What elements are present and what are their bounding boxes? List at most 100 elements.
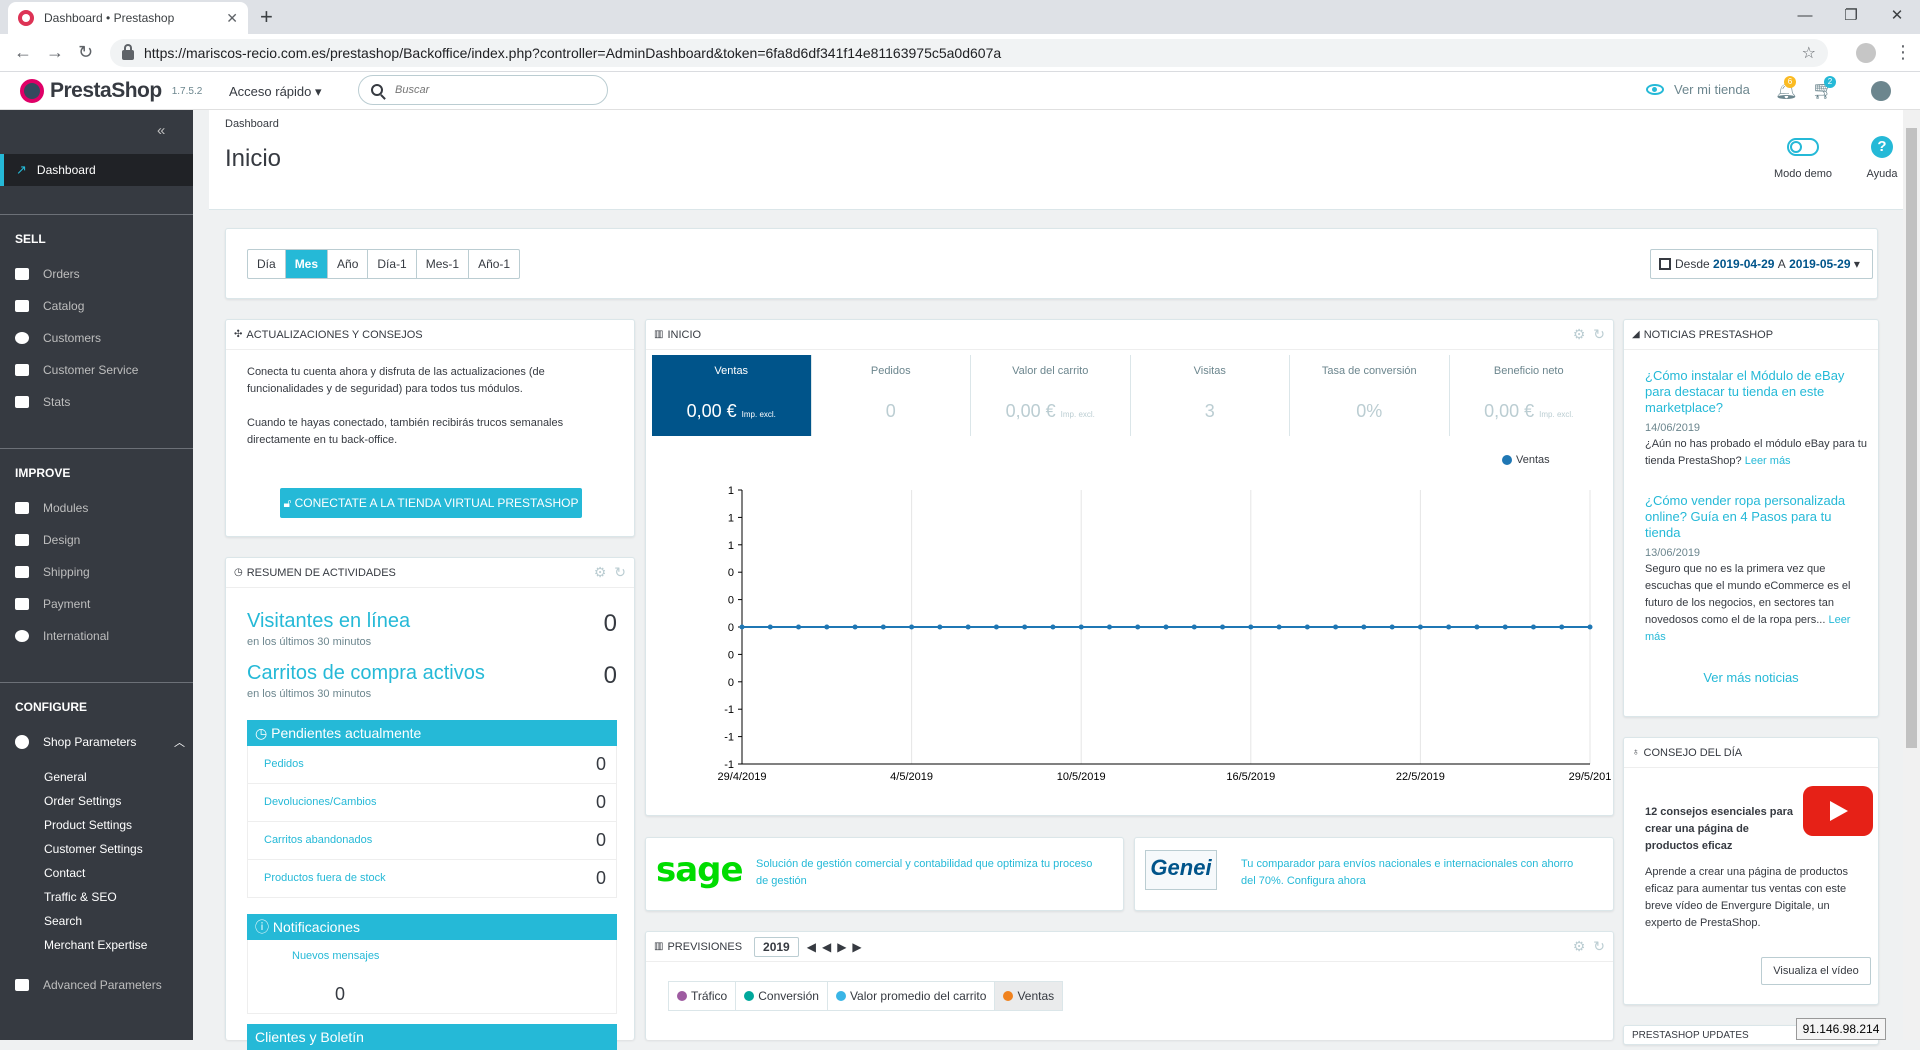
close-tab-icon[interactable]: ✕ [226, 10, 238, 27]
metric-conversion[interactable]: Conversión [736, 982, 828, 1010]
section-sell: SELL [15, 232, 46, 246]
pending-out-of-stock-link[interactable]: Productos fuera de stock [264, 872, 386, 884]
configure-gear-icon[interactable]: ⚙ [1573, 326, 1586, 343]
configure-gear-icon[interactable]: ⚙ [594, 564, 607, 581]
demo-mode-toggle[interactable]: Modo demo [1763, 138, 1843, 180]
read-more-link[interactable]: Leer más [1745, 455, 1791, 467]
metric-label: Ventas [1017, 989, 1055, 1003]
sidebar-item-stats[interactable]: Stats [15, 395, 70, 409]
sidebar-item-design[interactable]: Design [15, 533, 80, 547]
prestashop-logo[interactable]: PrestaShop 1.7.5.2 [20, 79, 202, 103]
search-input[interactable] [395, 84, 585, 96]
breadcrumb[interactable]: Dashboard [225, 118, 279, 130]
sidebar-item-shipping[interactable]: Shipping [15, 565, 90, 579]
help-button[interactable]: ? Ayuda [1857, 136, 1907, 180]
sidebar-item-advanced-parameters[interactable]: Advanced Parameters [15, 978, 162, 992]
kpi-visits[interactable]: Visitas 3 [1131, 355, 1290, 436]
sidebar-item-label: Dashboard [36, 163, 96, 177]
window-close-icon[interactable]: ✕ [1874, 0, 1920, 34]
data-point [824, 624, 830, 630]
pending-abandoned-carts-link[interactable]: Carritos abandonados [264, 834, 372, 846]
sidebar-item-customers[interactable]: Customers [15, 331, 101, 345]
refresh-icon[interactable]: ↻ [614, 564, 626, 581]
maximize-icon[interactable]: ❐ [1828, 0, 1874, 34]
period-month-button[interactable]: Mes [285, 250, 329, 278]
kpi-orders[interactable]: Pedidos 0 [812, 355, 971, 436]
submenu-traffic-seo[interactable]: Traffic & SEO [44, 890, 117, 904]
data-point [880, 624, 886, 630]
kpi-tabs: Ventas 0,00 € Imp. excl. Pedidos 0 Valor d… [652, 355, 1608, 436]
news-title-link[interactable]: ¿Cómo vender ropa personalizada online? … [1645, 493, 1867, 541]
globe-icon [15, 630, 29, 642]
period-prev-month-button[interactable]: Mes-1 [417, 250, 470, 278]
kpi-cart-value[interactable]: Valor del carrito 0,00 € Imp. excl. [971, 355, 1131, 436]
collapse-sidebar-icon[interactable]: « [157, 122, 165, 139]
sidebar-item-label: Design [43, 533, 81, 547]
youtube-play-icon[interactable] [1803, 786, 1873, 836]
metric-sales[interactable]: Ventas [995, 982, 1063, 1010]
panel-header: ◷ RESUMEN DE ACTIVIDADES ⚙ ↻ [226, 558, 634, 588]
period-prev-day-button[interactable]: Día-1 [368, 250, 417, 278]
metric-traffic[interactable]: Tráfico [669, 982, 737, 1010]
refresh-icon[interactable]: ↻ [1593, 326, 1605, 343]
quick-access-dropdown[interactable]: Acceso rápido ▾ [229, 84, 322, 100]
forward-icon[interactable]: → [46, 42, 64, 63]
submenu-search[interactable]: Search [44, 914, 82, 928]
search-icon [371, 84, 383, 96]
submenu-contact[interactable]: Contact [44, 866, 85, 880]
genei-text[interactable]: Tu comparador para envíos nacionales e i… [1241, 856, 1581, 890]
period-day-button[interactable]: Día [248, 250, 286, 278]
metric-avg-cart[interactable]: Valor promedio del carrito [828, 982, 996, 1010]
minimize-icon[interactable]: — [1782, 0, 1828, 34]
more-news-link[interactable]: Ver más noticias [1624, 670, 1878, 685]
updates-panel: ✣ ACTUALIZACIONES Y CONSEJOS Conecta tu … [225, 319, 635, 537]
sidebar-item-catalog[interactable]: Catalog [15, 299, 84, 313]
period-year-button[interactable]: Año [328, 250, 369, 278]
submenu-order-settings[interactable]: Order Settings [44, 794, 121, 808]
kpi-conversion[interactable]: Tasa de conversión 0% [1290, 355, 1450, 436]
news-title-link[interactable]: ¿Cómo instalar el Módulo de eBay para de… [1645, 368, 1867, 416]
submenu-product-settings[interactable]: Product Settings [44, 818, 132, 832]
sidebar-item-dashboard[interactable]: ↗ Dashboard [0, 154, 193, 186]
sage-text[interactable]: Solución de gestión comercial y contabil… [756, 856, 1096, 890]
submenu-customer-settings[interactable]: Customer Settings [44, 842, 143, 856]
browser-tab[interactable]: Dashboard • Prestashop ✕ [8, 2, 248, 34]
search-box[interactable] [358, 75, 608, 105]
sidebar-item-modules[interactable]: Modules [15, 501, 88, 515]
date-range-picker[interactable]: Desde 2019-04-29 A 2019-05-29 ▾ [1650, 249, 1873, 279]
sidebar-item-shop-parameters[interactable]: Shop Parameters ︿ [15, 734, 185, 750]
reload-icon[interactable]: ↻ [78, 42, 93, 63]
bookmark-star-icon[interactable]: ☆ [1802, 43, 1816, 63]
pending-returns-link[interactable]: Devoluciones/Cambios [264, 796, 377, 808]
genei-partner-panel[interactable]: Genei Tu comparador para envíos nacional… [1134, 837, 1614, 911]
period-prev-year-button[interactable]: Año-1 [469, 250, 519, 278]
previous-year-icon[interactable]: ◀◀ [807, 940, 837, 954]
pending-orders-link[interactable]: Pedidos [264, 758, 304, 770]
connect-addons-button[interactable]: 🔓︎ CONECTATE A LA TIENDA VIRTUAL PRESTAS… [280, 488, 582, 518]
submenu-general[interactable]: General [44, 770, 87, 784]
submenu-merchant-expertise[interactable]: Merchant Expertise [44, 938, 147, 952]
sidebar-item-orders[interactable]: Orders [15, 267, 80, 281]
sage-partner-panel[interactable]: sage Solución de gestión comercial y con… [645, 837, 1124, 911]
menu-kebab-icon[interactable]: ⋮ [1894, 42, 1912, 63]
employee-avatar-icon[interactable] [1871, 81, 1891, 101]
page-scrollbar[interactable] [1903, 110, 1920, 1040]
next-year-icon[interactable]: ▶▶ [837, 940, 867, 954]
sidebar-item-customer-service[interactable]: Customer Service [15, 363, 138, 377]
configure-gear-icon[interactable]: ⚙ [1573, 938, 1586, 955]
tip-headline: 12 consejos esenciales para crear una pá… [1645, 806, 1793, 852]
kpi-net-profit[interactable]: Beneficio neto 0,00 € Imp. excl. [1450, 355, 1609, 436]
sidebar-item-payment[interactable]: Payment [15, 597, 90, 611]
profile-avatar[interactable] [1856, 43, 1876, 63]
refresh-icon[interactable]: ↻ [1593, 938, 1605, 955]
customers-badge: 2 [1824, 76, 1836, 88]
view-shop-link[interactable]: Ver mi tienda [1646, 82, 1750, 97]
watch-video-button[interactable]: Visualiza el vídeo [1761, 957, 1871, 985]
new-tab-icon[interactable]: + [260, 4, 273, 30]
kpi-sales[interactable]: Ventas 0,00 € Imp. excl. [652, 355, 812, 436]
sidebar-item-international[interactable]: International [15, 629, 109, 643]
scrollbar-thumb[interactable] [1906, 128, 1917, 748]
address-bar[interactable]: https://mariscos-recio.com.es/prestashop… [110, 39, 1828, 67]
back-icon[interactable]: ← [14, 42, 32, 63]
new-messages-link[interactable]: Nuevos mensajes [292, 950, 379, 962]
